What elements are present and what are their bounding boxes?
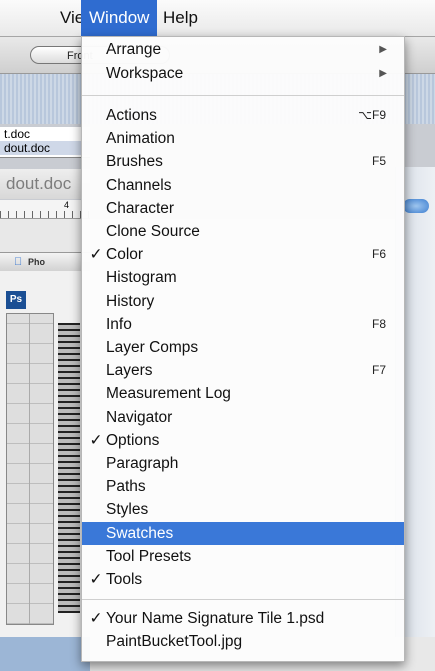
menu-item-label: Workspace <box>106 65 184 82</box>
menu-item-histogram[interactable]: Histogram <box>82 266 404 289</box>
checkmark-icon: ✓ <box>89 246 103 264</box>
menu-item-label: Styles <box>106 501 149 519</box>
menu-item-label: Animation <box>106 130 175 148</box>
menu-item-label: Navigator <box>106 408 173 426</box>
menu-item-info[interactable]: Info F8 <box>82 313 404 336</box>
menu-item-actions[interactable]: Actions ⌥F9 <box>82 104 404 127</box>
file-item[interactable]: t.doc <box>0 127 90 141</box>
menu-item-styles[interactable]: Styles <box>82 498 404 521</box>
menu-item-label: Tools <box>106 571 143 588</box>
menu-item-label: Histogram <box>106 269 177 287</box>
menu-item-layers[interactable]: Layers F7 <box>82 359 404 382</box>
menu-item-label: Your Name Signature Tile 1.psd <box>106 610 325 628</box>
document-title: dout.doc <box>0 169 90 199</box>
dock-strip <box>0 637 90 671</box>
file-item-selected[interactable]: dout.doc <box>0 141 90 155</box>
menu-separator <box>82 95 404 96</box>
menu-item-label: Channels <box>106 176 172 194</box>
menu-item-label: Character <box>106 199 175 217</box>
menu-item-shortcut: F8 <box>371 316 386 331</box>
menu-item-options[interactable]: ✓ Options <box>82 429 404 452</box>
menu-item-label: Brushes <box>106 153 163 171</box>
menu-item-workspace[interactable]: Workspace ▶ <box>82 62 404 85</box>
checkmark-icon: ✓ <box>89 431 103 449</box>
menu-bar: View Window Help <box>0 0 435 37</box>
menu-item-color[interactable]: ✓ Color F6 <box>82 243 404 266</box>
menu-item-paths[interactable]: Paths <box>82 475 404 498</box>
menu-item-label: History <box>106 292 155 310</box>
menu-item-document[interactable]: ✓ Your Name Signature Tile 1.psd <box>82 607 404 630</box>
menu-item-animation[interactable]: Animation <box>82 127 404 150</box>
ruler-number: 4 <box>64 200 70 210</box>
menu-item-arrange[interactable]: Arrange ▶ <box>82 38 404 61</box>
menu-separator <box>82 599 404 601</box>
menu-item-swatches[interactable]: Swatches <box>82 521 404 545</box>
menu-item-label: Paths <box>106 478 146 496</box>
submenu-arrow-icon: ▶ <box>379 44 387 55</box>
menu-item-label: Color <box>106 246 144 264</box>
menu-item-channels[interactable]: Channels <box>82 174 404 197</box>
menu-item-label: Info <box>106 315 132 333</box>
menu-item-label: Actions <box>106 107 157 124</box>
ruler: 4 <box>0 200 90 219</box>
menu-item-shortcut: ⌥F9 <box>358 108 386 122</box>
menu-item-layer-comps[interactable]: Layer Comps <box>82 336 404 359</box>
menu-item-document[interactable]: PaintBucketTool.jpg <box>82 630 404 653</box>
menu-item-tools[interactable]: ✓ Tools <box>82 568 404 591</box>
menu-item-paragraph[interactable]: Paragraph <box>82 452 404 475</box>
photoshop-title:  Pho <box>0 253 90 271</box>
scroll-knob[interactable] <box>403 199 429 213</box>
photoshop-logo: Ps <box>6 291 26 309</box>
menu-item-shortcut: F7 <box>371 363 386 378</box>
menu-item-label: Swatches <box>106 524 174 542</box>
apple-icon:  <box>14 256 24 268</box>
photoshop-window:  Pho Ps <box>0 252 90 648</box>
menu-help[interactable]: Help <box>156 0 205 36</box>
toolbox-panel <box>6 313 54 625</box>
window-menu: Arrange ▶ Workspace ▶ Actions ⌥F9 Animation Bru… <box>81 36 405 662</box>
checkmark-icon: ✓ <box>89 610 103 628</box>
menu-item-tool-presets[interactable]: Tool Presets <box>82 545 404 568</box>
checkmark-icon: ✓ <box>89 571 103 588</box>
menu-item-label: Clone Source <box>106 223 200 240</box>
menu-item-label: Tool Presets <box>106 547 192 565</box>
menu-item-label: PaintBucketTool.jpg <box>106 633 243 651</box>
menu-item-navigator[interactable]: Navigator <box>82 406 404 429</box>
tool-strip <box>58 323 80 613</box>
menu-item-measurement-log[interactable]: Measurement Log <box>82 382 404 405</box>
menu-item-label: Measurement Log <box>106 385 231 403</box>
menu-item-label: Arrange <box>106 41 162 58</box>
menu-item-clone-source[interactable]: Clone Source <box>82 220 404 243</box>
menu-item-character[interactable]: Character <box>82 197 404 220</box>
menu-item-brushes[interactable]: Brushes F5 <box>82 150 404 173</box>
menu-item-label: Options <box>106 431 160 449</box>
menu-item-shortcut: F5 <box>371 154 386 169</box>
menu-item-label: Layers <box>106 362 153 380</box>
submenu-arrow-icon: ▶ <box>379 68 387 79</box>
menu-item-shortcut: F6 <box>371 247 386 262</box>
menu-item-history[interactable]: History <box>82 290 404 313</box>
file-list: t.doc dout.doc <box>0 127 90 158</box>
menu-item-label: Layer Comps <box>106 339 199 356</box>
menu-window[interactable]: Window <box>81 0 158 36</box>
menu-item-label: Paragraph <box>106 455 179 472</box>
photoshop-title-text: Pho <box>28 257 45 267</box>
